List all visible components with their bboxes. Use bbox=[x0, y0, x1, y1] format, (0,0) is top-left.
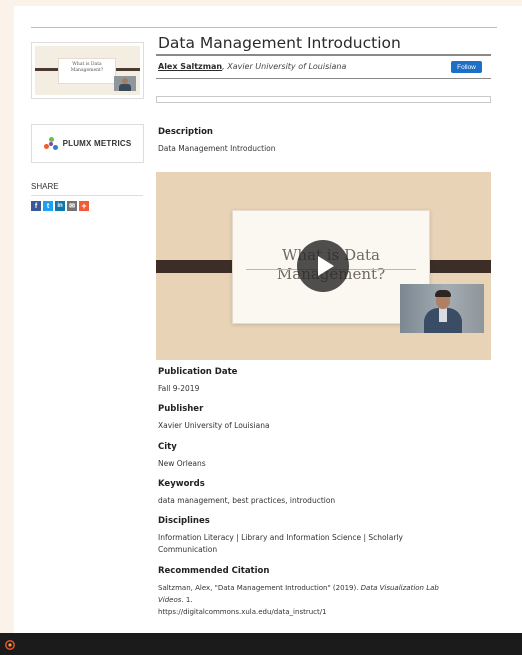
citation-heading: Recommended Citation bbox=[158, 566, 270, 576]
plumx-icon bbox=[43, 136, 58, 151]
city: New Orleans bbox=[158, 459, 206, 468]
page-title: Data Management Introduction bbox=[158, 34, 401, 52]
description-heading: Description bbox=[158, 127, 213, 137]
twitter-icon[interactable]: t bbox=[43, 201, 53, 211]
title-divider bbox=[156, 54, 491, 56]
keywords-heading: Keywords bbox=[158, 479, 205, 489]
top-divider bbox=[31, 27, 497, 28]
footer-bar bbox=[0, 633, 522, 655]
follow-button[interactable]: Follow bbox=[451, 61, 482, 73]
plumx-label: PLUMX METRICS bbox=[62, 139, 132, 148]
author-line: Alex Saltzman, Xavier University of Loui… bbox=[158, 62, 346, 71]
plumx-metrics-widget[interactable]: PLUMX METRICS bbox=[31, 124, 144, 163]
thumbnail-image: What is Data Management? bbox=[35, 46, 140, 95]
play-icon[interactable] bbox=[318, 256, 334, 276]
email-icon[interactable]: ✉ bbox=[67, 201, 77, 211]
citation-series-cont: Videos bbox=[158, 596, 182, 604]
thumbnail-slide-text: What is Data Management? bbox=[70, 62, 104, 73]
citation-number: . 1. bbox=[181, 596, 193, 604]
site-logo-icon bbox=[5, 640, 15, 650]
citation-url[interactable]: https://digitalcommons.xula.edu/data_ins… bbox=[158, 606, 327, 618]
disciplines-line-2: Communication bbox=[158, 545, 218, 554]
city-heading: City bbox=[158, 442, 177, 452]
publication-date-heading: Publication Date bbox=[158, 367, 238, 377]
publisher: Xavier University of Louisiana bbox=[158, 421, 270, 430]
video-thumbnail[interactable]: What is Data Management? bbox=[31, 42, 144, 99]
author-affiliation: , Xavier University of Louisiana bbox=[222, 62, 347, 71]
share-divider bbox=[31, 195, 143, 196]
citation-line-1: Saltzman, Alex, "Data Management Introdu… bbox=[158, 582, 439, 594]
empty-box bbox=[156, 96, 491, 103]
video-player[interactable]: What is Data Management? bbox=[156, 172, 491, 360]
author-link[interactable]: Alex Saltzman bbox=[158, 62, 222, 71]
disciplines-heading: Disciplines bbox=[158, 516, 210, 526]
keywords: data management, best practices, introdu… bbox=[158, 496, 336, 505]
linkedin-icon[interactable]: in bbox=[55, 201, 65, 211]
share-icons: f t in ✉ + bbox=[31, 201, 89, 211]
publication-date: Fall 9-2019 bbox=[158, 384, 200, 393]
citation-series: Data Visualization Lab bbox=[360, 584, 439, 592]
citation-text: Saltzman, Alex, "Data Management Introdu… bbox=[158, 584, 361, 592]
author-divider bbox=[156, 78, 491, 79]
publisher-heading: Publisher bbox=[158, 404, 204, 414]
thumbnail-presenter bbox=[114, 76, 136, 91]
disciplines-line-1: Information Literacy | Library and Infor… bbox=[158, 533, 403, 542]
description-text: Data Management Introduction bbox=[158, 144, 276, 153]
facebook-icon[interactable]: f bbox=[31, 201, 41, 211]
video-presenter bbox=[400, 284, 484, 333]
more-share-icon[interactable]: + bbox=[79, 201, 89, 211]
citation-line-2: Videos. 1. bbox=[158, 594, 193, 606]
share-heading: SHARE bbox=[31, 182, 59, 191]
